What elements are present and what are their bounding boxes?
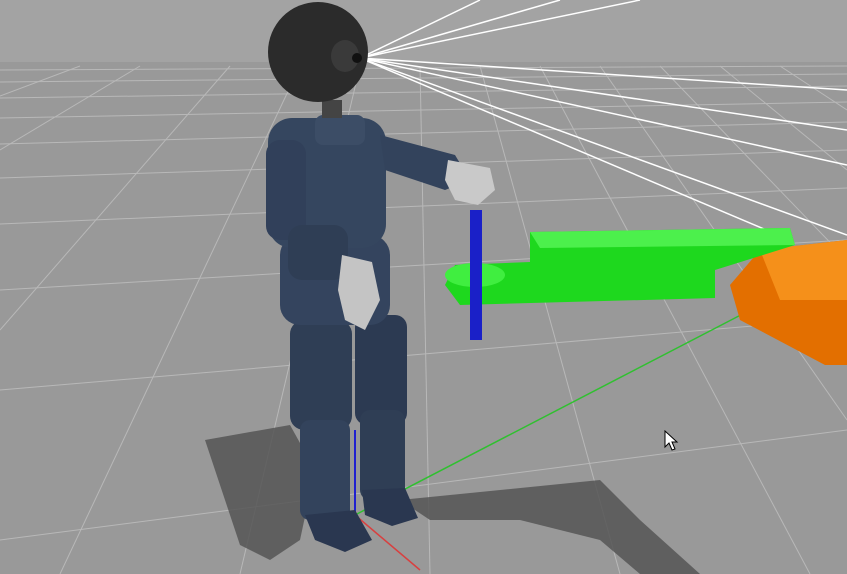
blue-handle-rod[interactable] — [470, 210, 482, 340]
3d-scene[interactable] — [0, 0, 847, 574]
simulation-viewport[interactable] — [0, 0, 847, 574]
ground-plane — [0, 62, 847, 574]
mouse-pointer-icon — [664, 430, 679, 451]
sky-background — [0, 0, 847, 62]
